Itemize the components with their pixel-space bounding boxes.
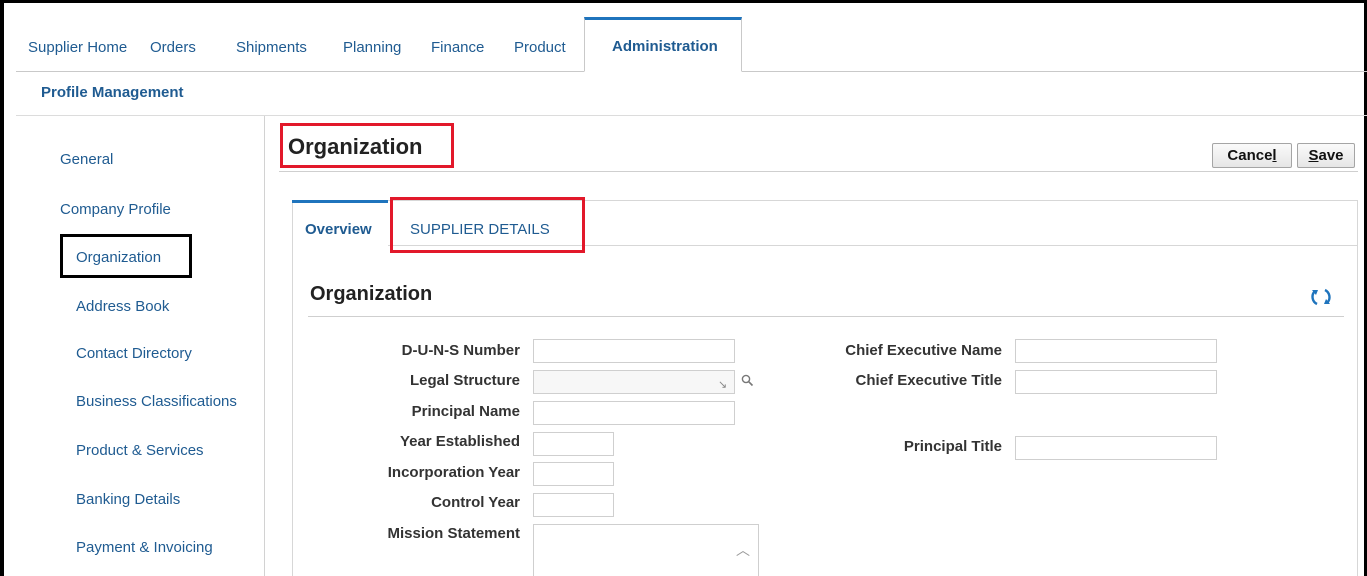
legal-structure-label: Legal Structure: [409, 372, 520, 389]
tab-overview[interactable]: Overview: [305, 221, 372, 238]
principal-title-label: Principal Title: [903, 438, 1002, 455]
sidebar-item-general[interactable]: General: [60, 151, 113, 168]
duns-label: D-U-N-S Number: [401, 342, 520, 359]
sidebar-item-business-classifications[interactable]: Business Classifications: [76, 393, 237, 410]
chief-executive-name-input[interactable]: [1016, 340, 1216, 362]
sidebar-item-contact-directory[interactable]: Contact Directory: [76, 345, 192, 362]
mission-statement-label: Mission Statement: [387, 525, 520, 542]
tab-administration[interactable]: Administration: [612, 38, 718, 55]
tab-supplier-home[interactable]: Supplier Home: [28, 39, 127, 56]
year-established-label: Year Established: [399, 433, 520, 450]
refresh-icon[interactable]: [1308, 285, 1334, 309]
sidebar-item-payment-invoicing[interactable]: Payment & Invoicing: [76, 539, 213, 556]
dropdown-corner-icon: ↘: [718, 379, 728, 391]
sidebar-item-product-services[interactable]: Product & Services: [76, 442, 204, 459]
year-established-input[interactable]: [534, 433, 613, 455]
incorporation-year-label: Incorporation Year: [387, 464, 520, 481]
control-year-input[interactable]: [534, 494, 613, 516]
section-divider: [308, 316, 1344, 317]
frame-left-border: [0, 0, 4, 576]
legal-structure-field[interactable]: [533, 370, 735, 394]
principal-name-field[interactable]: [533, 401, 735, 425]
title-highlight-box: [280, 123, 454, 168]
tab-shipments[interactable]: Shipments: [236, 39, 307, 56]
frame-top-border: [0, 0, 1367, 3]
subnav-profile-management[interactable]: Profile Management: [41, 84, 184, 101]
duns-input[interactable]: [534, 340, 734, 362]
tab-finance[interactable]: Finance: [431, 39, 484, 56]
principal-name-label: Principal Name: [411, 403, 520, 420]
search-icon[interactable]: [741, 374, 754, 387]
chief-executive-name-label: Chief Executive Name: [845, 342, 1002, 359]
save-button[interactable]: Save: [1297, 143, 1355, 168]
principal-title-input[interactable]: [1016, 437, 1216, 459]
control-year-field[interactable]: [533, 493, 614, 517]
incorporation-year-field[interactable]: [533, 462, 614, 486]
legal-structure-input[interactable]: [534, 371, 734, 393]
cancel-button[interactable]: Cancel: [1212, 143, 1292, 168]
top-nav-bar: Supplier Home Orders Shipments Planning …: [16, 17, 1367, 72]
principal-title-field[interactable]: [1015, 436, 1217, 460]
scroll-up-icon[interactable]: ︿: [736, 540, 750, 560]
chief-executive-title-field[interactable]: [1015, 370, 1217, 394]
control-year-label: Control Year: [431, 494, 520, 511]
duns-field[interactable]: [533, 339, 735, 363]
supplier-details-highlight-box: [390, 197, 585, 253]
chief-executive-title-label: Chief Executive Title: [855, 372, 1002, 389]
mission-statement-textarea[interactable]: [533, 524, 759, 576]
sidebar-item-address-book[interactable]: Address Book: [76, 298, 169, 315]
chief-executive-name-field[interactable]: [1015, 339, 1217, 363]
sidebar-item-organization[interactable]: Organization: [76, 249, 161, 266]
sidebar-item-banking-details[interactable]: Banking Details: [76, 491, 180, 508]
sidebar-item-company-profile[interactable]: Company Profile: [60, 201, 171, 218]
chief-executive-title-input[interactable]: [1016, 371, 1216, 393]
tab-orders[interactable]: Orders: [150, 39, 196, 56]
tab-planning[interactable]: Planning: [343, 39, 401, 56]
year-established-field[interactable]: [533, 432, 614, 456]
incorporation-year-input[interactable]: [534, 463, 613, 485]
section-title: Organization: [310, 283, 433, 305]
title-divider: [279, 171, 1358, 172]
principal-name-input[interactable]: [534, 402, 734, 424]
tab-product[interactable]: Product: [514, 39, 566, 56]
